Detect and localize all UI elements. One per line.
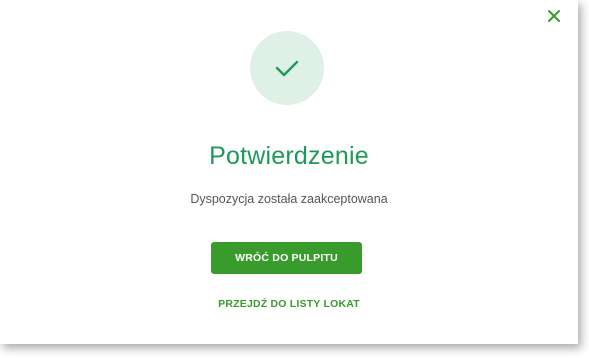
dialog-message: Dyspozycja została zaakceptowana [190,192,388,206]
close-icon[interactable] [544,8,564,28]
page: Potwierdzenie Dyspozycja została zaakcep… [0,0,589,358]
confirmation-dialog: Potwierdzenie Dyspozycja została zaakcep… [0,0,578,344]
dialog-title: Potwierdzenie [209,142,369,170]
success-badge [250,31,324,105]
back-to-dashboard-button[interactable]: WRÓĆ DO PULPITU [211,242,362,274]
checkmark-icon [275,60,299,77]
go-to-deposits-list-link[interactable]: PRZEJDŹ DO LISTY LOKAT [0,298,578,310]
